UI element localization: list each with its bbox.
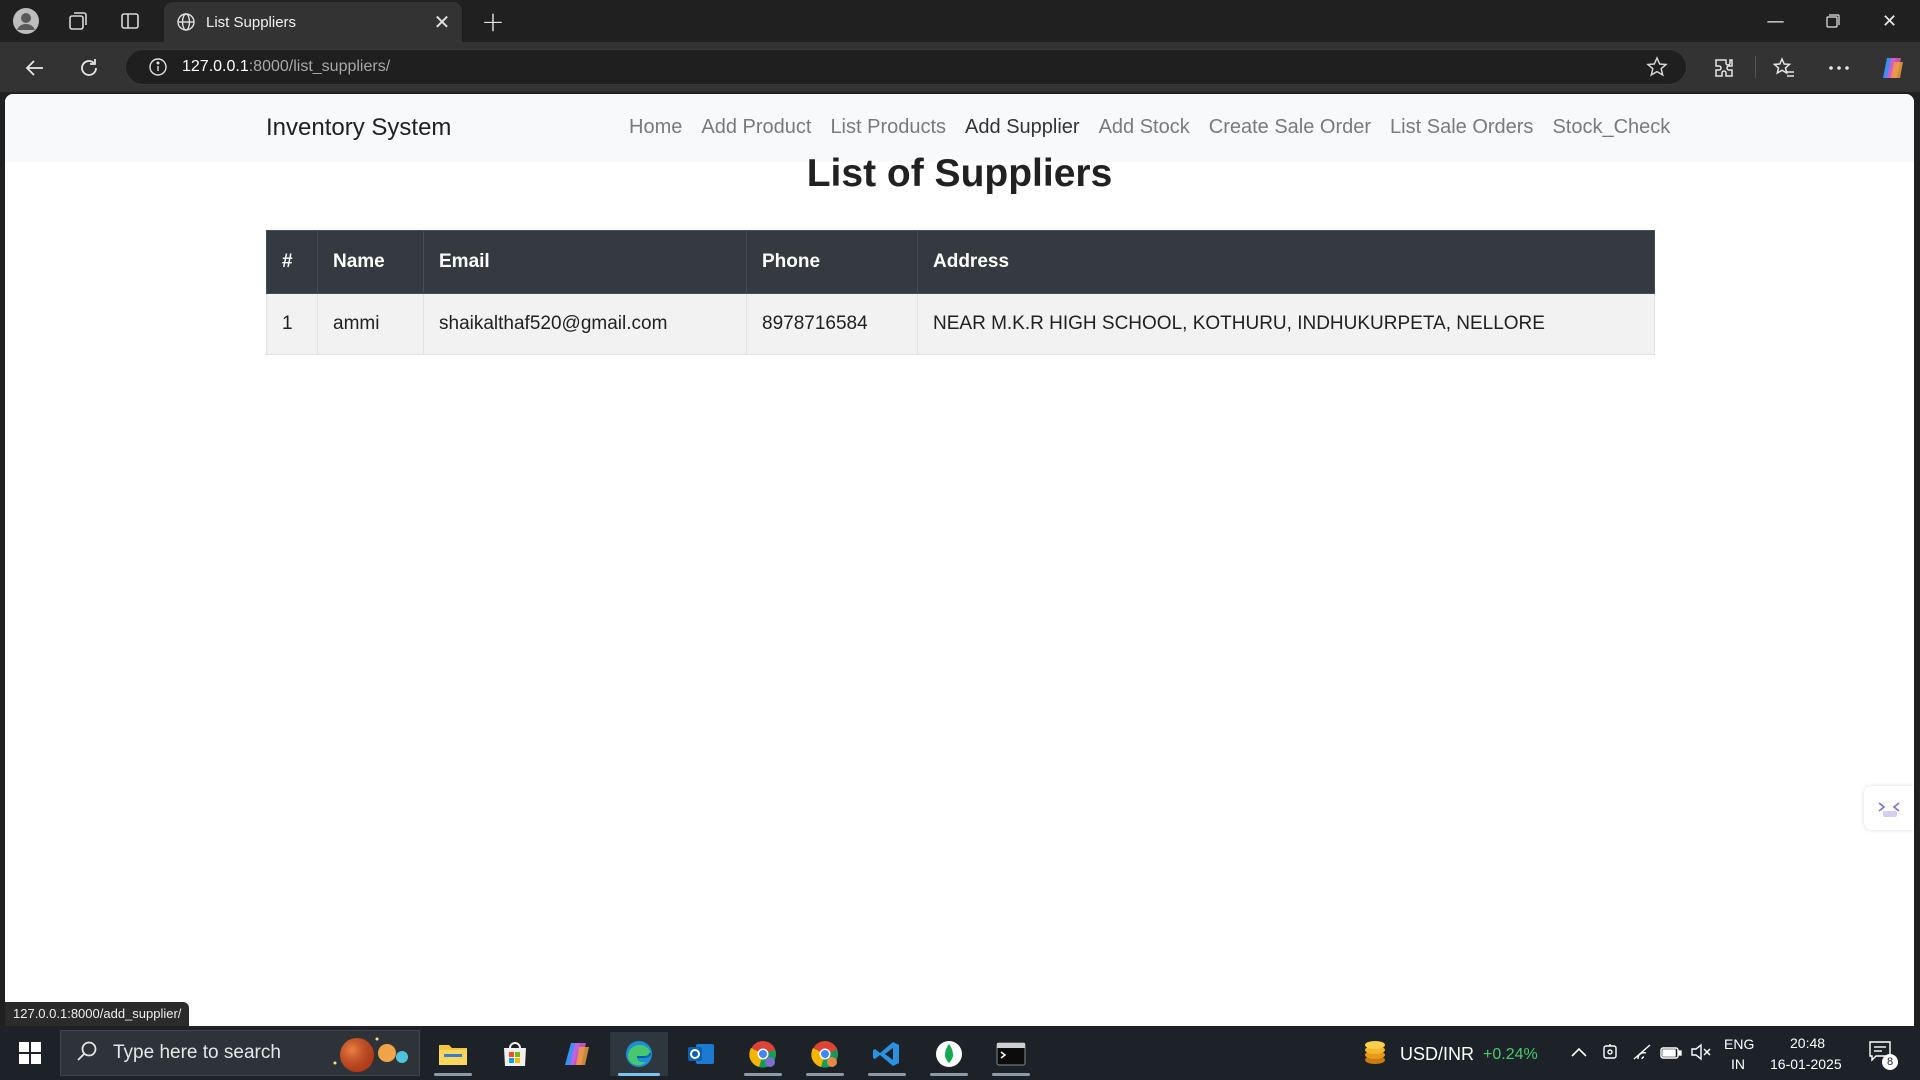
browser-toolbar: 127.0.0.1:8000/list_suppliers/ — [0, 42, 1920, 92]
url-text: 127.0.0.1:8000/list_suppliers/ — [182, 58, 390, 76]
running-indicator — [930, 1073, 968, 1076]
profile-avatar-icon[interactable] — [10, 6, 42, 36]
column-header-address: Address — [917, 230, 1655, 294]
cell-phone: 8978716584 — [746, 293, 918, 355]
windows-taskbar: Type here to search USD/INR +0.24% ENG I… — [0, 1026, 1920, 1080]
navbar-brand[interactable]: Inventory System — [266, 114, 451, 142]
meet-now-icon[interactable] — [1601, 1042, 1619, 1066]
close-window-button[interactable]: ✕ — [1861, 0, 1918, 42]
minimize-button[interactable]: — — [1747, 0, 1804, 42]
notifications-icon[interactable]: 8 — [1868, 1040, 1898, 1070]
wifi-icon[interactable] — [1632, 1043, 1652, 1065]
cell-name: ammi — [317, 293, 424, 355]
nav-link-add-supplier[interactable]: Add Supplier — [965, 116, 1080, 139]
workspaces-icon[interactable] — [62, 6, 94, 36]
terminal-icon[interactable] — [982, 1032, 1040, 1076]
site-info-icon[interactable] — [146, 55, 170, 79]
copilot-icon[interactable] — [1876, 51, 1910, 85]
battery-icon[interactable] — [1660, 1045, 1682, 1064]
cell-number: 1 — [266, 293, 318, 355]
tab-title: List Suppliers — [206, 13, 297, 31]
url-path: :8000/list_suppliers/ — [248, 58, 391, 75]
windows-start-icon[interactable] — [12, 1036, 48, 1070]
running-indicator — [434, 1073, 472, 1076]
column-header-phone: Phone — [746, 230, 918, 294]
file-explorer-icon[interactable] — [424, 1032, 482, 1076]
language-indicator-bottom: IN — [1731, 1056, 1745, 1072]
nav-link-list-products[interactable]: List Products — [830, 116, 946, 139]
search-icon — [75, 1039, 101, 1067]
column-header-email: Email — [423, 230, 747, 294]
favorite-star-icon[interactable] — [1646, 56, 1668, 82]
nav-link-home[interactable]: Home — [629, 116, 682, 139]
close-tab-icon[interactable]: ✕ — [428, 10, 456, 34]
extensions-icon[interactable] — [1707, 51, 1741, 85]
chevron-up-icon[interactable] — [1570, 1044, 1588, 1063]
back-arrow-icon[interactable] — [18, 51, 52, 85]
new-tab-button[interactable]: + — [476, 4, 510, 38]
column-header-number: # — [266, 230, 318, 294]
nav-link-list-sale-orders[interactable]: List Sale Orders — [1390, 116, 1533, 139]
active-window-indicator — [618, 1073, 660, 1076]
chrome-profile-icon[interactable] — [734, 1032, 792, 1076]
ticker-label[interactable]: USD/INR — [1400, 1044, 1474, 1065]
mongodb-compass-icon[interactable] — [920, 1032, 978, 1076]
address-bar[interactable]: 127.0.0.1:8000/list_suppliers/ — [125, 49, 1687, 85]
nav-link-add-stock[interactable]: Add Stock — [1099, 116, 1190, 139]
navbar-links: Home Add Product List Products Add Suppl… — [629, 116, 1689, 139]
edge-browser-icon[interactable] — [610, 1032, 668, 1076]
currency-ticker-icon[interactable] — [1360, 1038, 1390, 1072]
language-indicator-top[interactable]: ENG — [1724, 1036, 1754, 1052]
clock-time[interactable]: 20:48 — [1790, 1035, 1825, 1051]
suppliers-table: # Name Email Phone Address 1 ammi shaika… — [266, 230, 1655, 355]
copilot-app-icon[interactable] — [548, 1032, 606, 1076]
vscode-icon[interactable] — [858, 1032, 916, 1076]
toolbar-divider — [1755, 56, 1756, 78]
taskbar-search-input[interactable]: Type here to search — [60, 1030, 420, 1076]
refresh-icon[interactable] — [72, 51, 106, 85]
running-indicator — [806, 1073, 844, 1076]
tab-list-suppliers[interactable]: List Suppliers ✕ — [164, 2, 462, 42]
table-header-row: # Name Email Phone Address — [266, 230, 1655, 294]
search-placeholder: Type here to search — [113, 1042, 281, 1063]
vertical-tabs-icon[interactable] — [114, 6, 146, 36]
browser-tab-bar: List Suppliers ✕ + — ✕ — [0, 0, 1920, 42]
sidebar-toggle-icon[interactable] — [1864, 786, 1914, 830]
running-indicator — [992, 1073, 1030, 1076]
window-edge — [1914, 94, 1920, 1026]
url-host: 127.0.0.1 — [182, 58, 249, 75]
status-url-bubble: 127.0.0.1:8000/add_supplier/ — [5, 1002, 190, 1026]
ticker-change: +0.24% — [1483, 1046, 1538, 1063]
clock-date: 16-01-2025 — [1770, 1056, 1842, 1072]
cell-address: NEAR M.K.R HIGH SCHOOL, KOTHURU, INDHUKU… — [917, 293, 1655, 355]
restore-button[interactable] — [1804, 0, 1861, 42]
cell-email: shaikalthaf520@gmail.com — [423, 293, 747, 355]
chrome-icon[interactable] — [796, 1032, 854, 1076]
page-title: List of Suppliers — [806, 152, 1113, 195]
more-options-icon[interactable] — [1822, 51, 1856, 85]
nav-link-add-product[interactable]: Add Product — [701, 116, 811, 139]
volume-muted-icon[interactable] — [1690, 1043, 1712, 1065]
outlook-icon[interactable] — [672, 1032, 730, 1076]
table-row: 1 ammi shaikalthaf520@gmail.com 89787165… — [266, 293, 1655, 355]
nav-link-stock-check[interactable]: Stock_Check — [1552, 116, 1670, 139]
nav-link-create-sale-order[interactable]: Create Sale Order — [1209, 116, 1371, 139]
globe-icon — [172, 12, 200, 32]
column-header-name: Name — [317, 230, 424, 294]
page-viewport: Inventory System Home Add Product List P… — [5, 94, 1914, 1026]
microsoft-store-icon[interactable] — [486, 1032, 544, 1076]
running-indicator — [868, 1073, 906, 1076]
notification-count-badge: 8 — [1882, 1054, 1898, 1070]
favorites-icon[interactable] — [1767, 51, 1801, 85]
running-indicator — [744, 1073, 782, 1076]
search-highlight-icon — [333, 1037, 408, 1072]
